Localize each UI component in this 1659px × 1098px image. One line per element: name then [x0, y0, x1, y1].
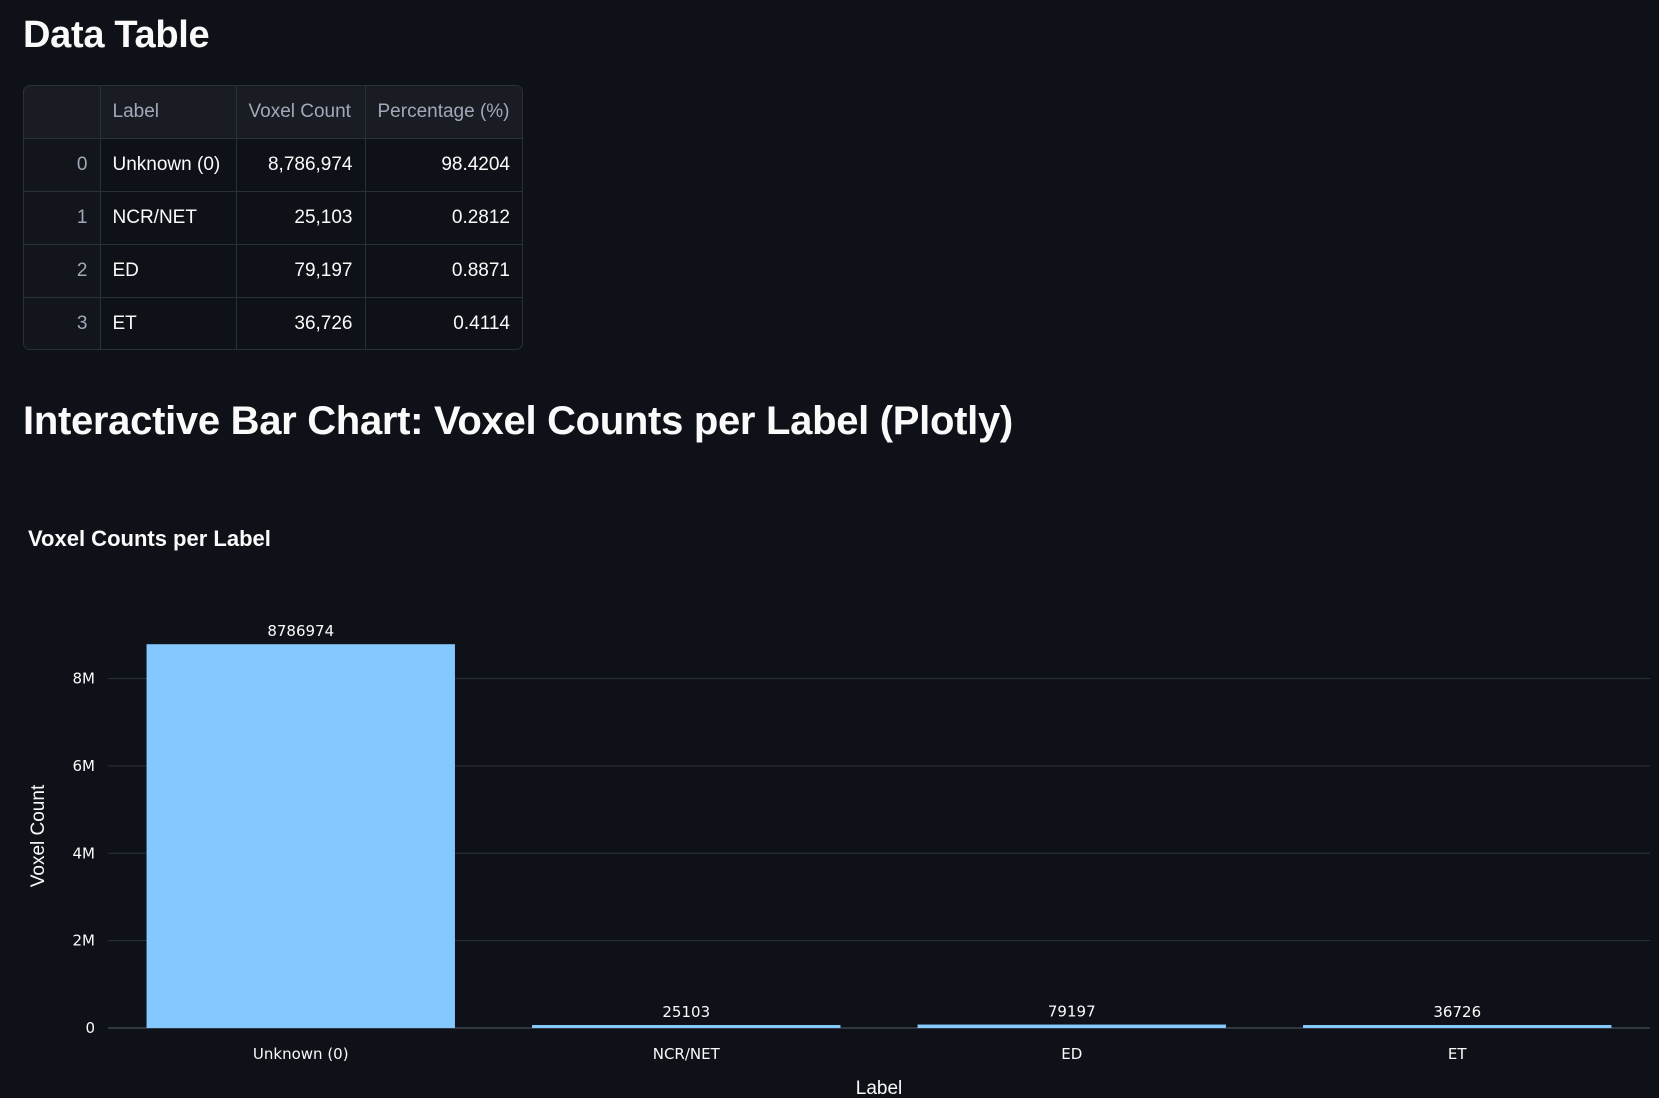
- x-tick-label: ED: [1061, 1045, 1082, 1063]
- bar-data-label: 25103: [662, 1003, 710, 1021]
- y-axis-ticks: 0 2M 4M 6M 8M: [73, 670, 96, 1037]
- x-tick-label: NCR/NET: [653, 1045, 721, 1063]
- y-tick-label: 6M: [73, 757, 96, 775]
- bar-data-label: 8786974: [267, 622, 334, 640]
- y-tick-label: 2M: [73, 932, 96, 950]
- y-axis-title: Voxel Count: [28, 784, 49, 887]
- y-tick-label: 4M: [73, 844, 96, 862]
- bars: [146, 644, 1612, 1028]
- bar-data-label: 36726: [1433, 1003, 1481, 1021]
- bar[interactable]: [917, 1024, 1226, 1028]
- bar-data-label: 79197: [1048, 1003, 1096, 1021]
- chart-title: Voxel Counts per Label: [28, 526, 271, 551]
- x-tick-label: Unknown (0): [253, 1045, 349, 1063]
- y-tick-label: 8M: [73, 670, 96, 688]
- y-tick-label: 0: [85, 1019, 95, 1037]
- x-axis-title: Label: [856, 1078, 903, 1098]
- x-axis-ticks: Unknown (0) NCR/NET ED ET: [253, 1045, 1467, 1063]
- bar[interactable]: [532, 1025, 841, 1028]
- bar[interactable]: [146, 644, 455, 1028]
- bar[interactable]: [1303, 1025, 1612, 1028]
- x-tick-label: ET: [1448, 1045, 1467, 1063]
- page: Data Table Label Voxel Count Percentage …: [0, 0, 1659, 1098]
